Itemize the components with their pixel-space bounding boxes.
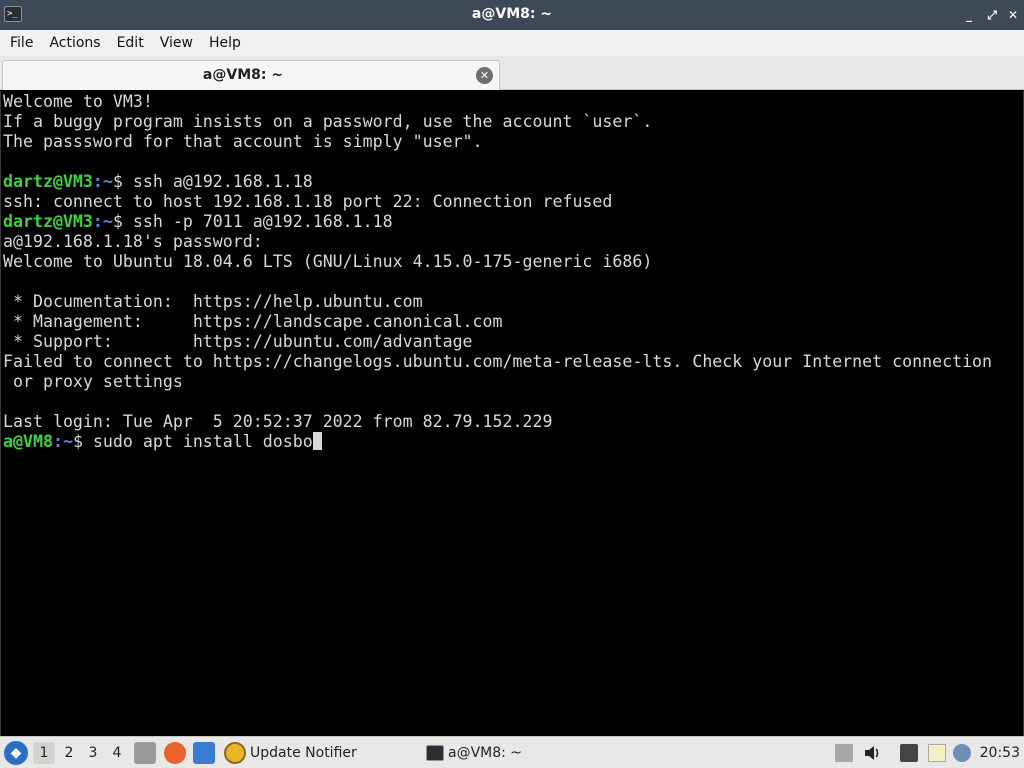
clipboard-icon[interactable]	[928, 744, 946, 762]
close-button[interactable]: ✕	[1004, 6, 1022, 24]
network-icon[interactable]	[900, 744, 918, 762]
prompt-user: a@VM8	[3, 432, 53, 451]
tab-label: a@VM8: ~	[202, 67, 284, 83]
start-menu-icon[interactable]: ◆	[4, 741, 28, 765]
menu-view[interactable]: View	[154, 35, 199, 51]
terminal-icon	[426, 745, 444, 761]
terminal-line: Failed to connect to https://changelogs.…	[3, 352, 993, 371]
prompt-path: :~	[92, 172, 113, 191]
menu-actions[interactable]: Actions	[43, 35, 106, 51]
tray-app-icon[interactable]	[835, 744, 853, 762]
workspace-1[interactable]: 1	[33, 742, 55, 764]
menu-edit[interactable]: Edit	[111, 35, 150, 51]
desktop-icon[interactable]	[193, 742, 215, 764]
prompt-command: $ ssh -p 7011 a@192.168.1.18	[112, 212, 393, 231]
terminal-line: * Management: https://landscape.canonica…	[3, 312, 503, 331]
file-manager-icon[interactable]	[134, 742, 156, 764]
prompt-user: dartz@VM3	[3, 172, 93, 191]
prompt-path: :~	[92, 212, 113, 231]
update-notifier-label: Update Notifier	[250, 745, 357, 761]
menu-file[interactable]: File	[4, 35, 39, 51]
terminal-prompt-line: dartz@VM3:~$ ssh -p 7011 a@192.168.1.18	[3, 212, 1021, 232]
taskbar: ◆ 1 2 3 4 Update Notifier a@VM8: ~ 20:53	[0, 736, 1024, 768]
terminal-output[interactable]: Welcome to VM3! If a buggy program insis…	[0, 91, 1024, 736]
update-notifier-icon	[224, 742, 246, 764]
prompt-user: dartz@VM3	[3, 212, 93, 231]
menu-bar: File Actions Edit View Help	[0, 30, 1024, 56]
workspace-4[interactable]: 4	[106, 742, 128, 764]
workspace-3[interactable]: 3	[82, 742, 104, 764]
terminal-line: Welcome to Ubuntu 18.04.6 LTS (GNU/Linux…	[3, 252, 653, 271]
firefox-icon[interactable]	[164, 742, 186, 764]
window-title: a@VM8: ~	[471, 6, 553, 22]
update-notifier[interactable]: Update Notifier	[224, 741, 357, 765]
workspace-2[interactable]: 2	[58, 742, 80, 764]
prompt-command: $ ssh a@192.168.1.18	[112, 172, 313, 191]
maximize-button[interactable]: ⤢	[983, 6, 1001, 24]
terminal-line: or proxy settings	[3, 372, 183, 391]
terminal-prompt-line: dartz@VM3:~$ ssh a@192.168.1.18	[3, 172, 1021, 192]
minimize-button[interactable]: _	[960, 6, 978, 24]
volume-icon[interactable]	[863, 744, 881, 762]
terminal-current-prompt[interactable]: a@VM8:~$ sudo apt install dosbo	[3, 432, 1021, 452]
terminal-line: Welcome to VM3!	[3, 92, 153, 111]
tab-bar: a@VM8: ~ ✕	[0, 56, 1024, 90]
menu-help[interactable]: Help	[203, 35, 247, 51]
tab-close-icon[interactable]: ✕	[476, 67, 493, 84]
taskbar-window-label: a@VM8: ~	[448, 745, 523, 761]
terminal-line: * Documentation: https://help.ubuntu.com	[3, 292, 423, 311]
taskbar-window-terminal[interactable]: a@VM8: ~	[420, 740, 830, 766]
terminal-line: If a buggy program insists on a password…	[3, 112, 653, 131]
terminal-line: * Support: https://ubuntu.com/advantage	[3, 332, 473, 351]
update-tray-icon[interactable]	[953, 744, 971, 762]
prompt-command-input[interactable]: $ sudo apt install dosbo	[73, 432, 313, 451]
terminal-line: a@192.168.1.18's password:	[3, 232, 263, 251]
terminal-line: Last login: Tue Apr 5 20:52:37 2022 from…	[3, 412, 553, 431]
clock[interactable]: 20:53	[980, 745, 1020, 761]
text-cursor	[312, 432, 322, 450]
tab-terminal[interactable]: a@VM8: ~ ✕	[2, 60, 500, 90]
terminal-line: The passsword for that account is simply…	[3, 132, 483, 151]
prompt-path: :~	[52, 432, 73, 451]
terminal-line: ssh: connect to host 192.168.1.18 port 2…	[3, 192, 613, 211]
window-titlebar[interactable]: >_ a@VM8: ~ _ ⤢ ✕	[0, 0, 1024, 30]
